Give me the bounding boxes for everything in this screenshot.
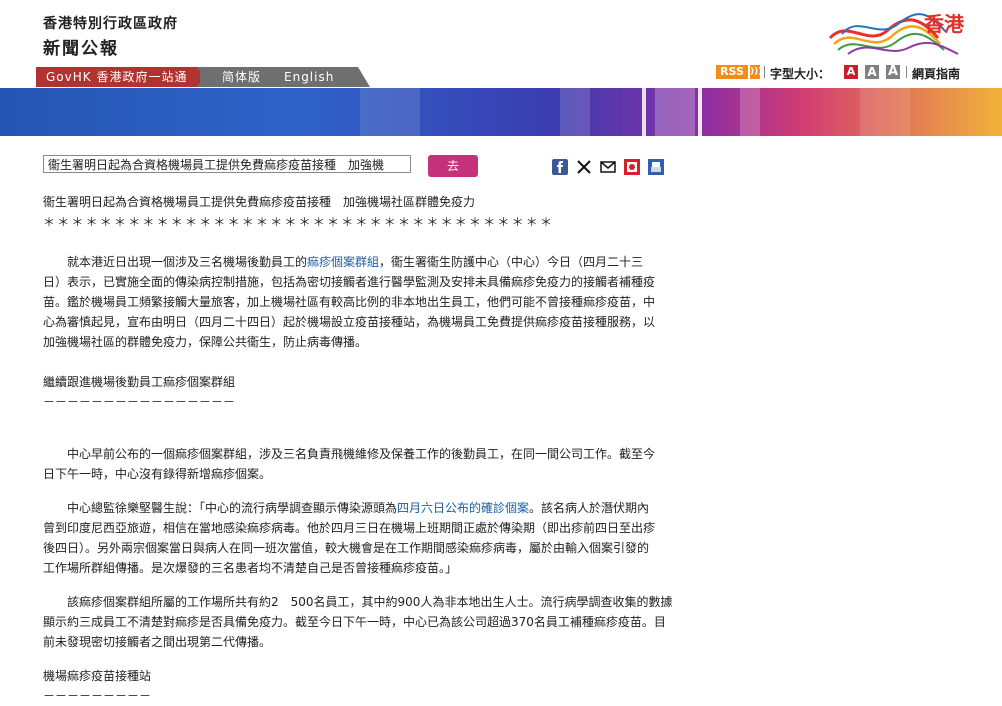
confirmed-case-link[interactable]: 四月六日公布的確診個案 xyxy=(397,501,529,515)
top-nav: GovHK 香港政府一站通 简体版 English xyxy=(36,67,370,87)
site-guide-link[interactable]: 網頁指南 xyxy=(912,65,960,82)
banner-stripe xyxy=(698,88,702,136)
toolbar-divider xyxy=(764,66,765,78)
print-icon[interactable] xyxy=(648,159,664,175)
article-title: 衞生署明日起為合資格機場員工提供免費痲疹疫苗接種 加強機場社區群體免疫力 xyxy=(43,195,476,209)
toolbar-divider xyxy=(906,66,907,78)
section-heading: 機場痲疹疫苗接種站 xyxy=(43,669,152,683)
rss-feed-icon[interactable]: ))) xyxy=(750,65,762,79)
paragraph: 就本港近日出現一個涉及三名機場後勤員工的痲疹個案群組，衞生署衞生防護中心（中心）… xyxy=(43,255,656,349)
facebook-icon[interactable] xyxy=(552,159,568,175)
logo-text: 香港 xyxy=(924,12,964,36)
paragraph: 該痲疹個案群組所屬的工作場所共有約2 500名員工，其中約900人為非本地出生人… xyxy=(43,595,673,649)
paragraph: 中心總監徐樂堅醫生說：「中心的流行病學調查顯示傳染源頭為四月六日公布的確診個案。… xyxy=(43,501,656,575)
font-size-label: 字型大小： xyxy=(770,67,831,81)
weibo-icon[interactable] xyxy=(624,159,640,175)
banner-stripe xyxy=(860,88,910,136)
banner-stripe xyxy=(655,88,695,136)
nav-simplified-link[interactable]: 简体版 xyxy=(200,67,280,87)
header-banner xyxy=(0,88,1002,136)
heading-underline: －－－－－－－－－－－－－－－－ xyxy=(43,395,236,409)
font-size-medium-button[interactable]: A xyxy=(865,65,879,79)
nav-english-link[interactable]: English xyxy=(270,67,370,87)
title-stars: ＊＊＊＊＊＊＊＊＊＊＊＊＊＊＊＊＊＊＊＊＊＊＊＊＊＊＊＊＊＊＊＊＊＊＊＊ xyxy=(43,215,555,229)
go-button[interactable]: 去 xyxy=(428,155,478,177)
section-heading: 繼續跟進機場後勤員工痲疹個案群組 xyxy=(43,375,236,389)
article-select-input[interactable]: 衞生署明日起為合資格機場員工提供免費痲疹疫苗接種 加強機 xyxy=(43,155,411,173)
font-size-small-button[interactable]: A xyxy=(844,65,858,79)
paragraph: 中心早前公布的一個痲疹個案群組，涉及三名負責飛機維修及保養工作的後勤員工，在同一… xyxy=(43,447,656,481)
cluster-link[interactable]: 痲疹個案群組 xyxy=(307,255,379,269)
rss-button[interactable]: RSS xyxy=(716,65,748,79)
banner-stripe xyxy=(642,88,646,136)
font-size-large-button[interactable]: A xyxy=(886,65,900,79)
banner-stripe xyxy=(560,88,590,136)
gov-name: 香港特別行政區政府 xyxy=(43,16,178,32)
x-icon[interactable] xyxy=(576,159,592,175)
nav-govhk-link[interactable]: GovHK 香港政府一站通 xyxy=(36,67,196,87)
banner-stripe xyxy=(740,88,760,136)
page-section-title: 新聞公報 xyxy=(43,39,119,59)
banner-stripe xyxy=(360,88,420,136)
email-icon[interactable] xyxy=(600,159,616,175)
heading-underline: －－－－－－－－－ xyxy=(43,689,152,703)
article-body: 衞生署明日起為合資格機場員工提供免費痲疹疫苗接種 加強機場社區群體免疫力 ＊＊＊… xyxy=(43,192,691,706)
